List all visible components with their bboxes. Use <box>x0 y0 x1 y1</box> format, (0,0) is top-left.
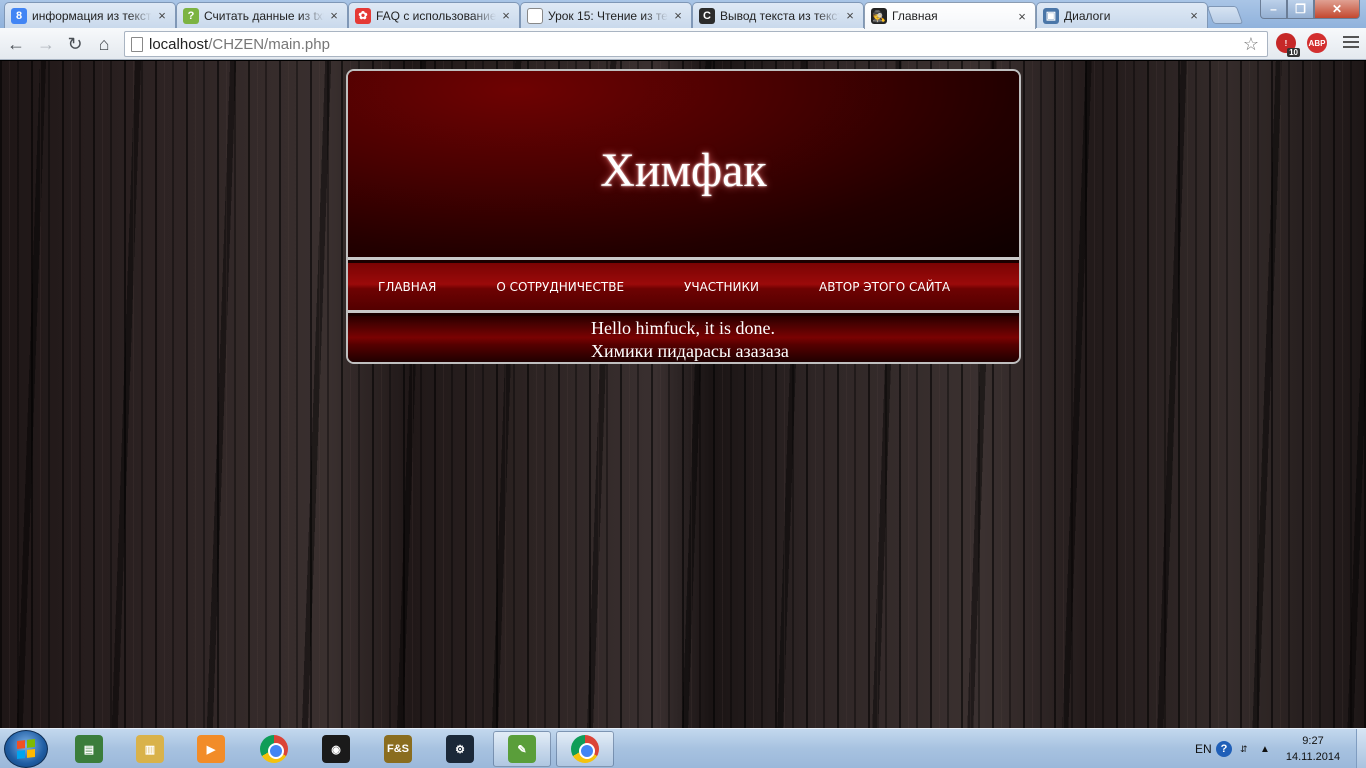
bookmark-star-icon[interactable]: ☆ <box>1243 34 1259 55</box>
close-window-button[interactable]: ✕ <box>1314 0 1360 19</box>
close-icon[interactable]: × <box>843 8 857 23</box>
extension-label: ! <box>1284 38 1288 48</box>
page-viewport: Химфак ГЛАВНАЯ О СОТРУДНИЧЕСТВЕ УЧАСТНИКИ А… <box>0 61 1366 728</box>
tab-title: информация из текстового файла <box>32 8 152 23</box>
close-icon[interactable]: × <box>671 8 685 23</box>
tab-title: Вывод текста из текстового <box>720 8 840 23</box>
close-icon[interactable]: × <box>1187 8 1201 23</box>
forward-icon[interactable]: → <box>34 32 58 56</box>
site-header: Химфак <box>348 71 1019 260</box>
notepad-plus-app-icon: ✎ <box>508 735 536 763</box>
site-title: Химфак <box>600 144 767 197</box>
windows-logo-icon <box>17 739 35 759</box>
minimize-button[interactable]: – <box>1260 0 1287 19</box>
fs-game-app-button[interactable]: F&S <box>369 731 427 767</box>
site-nav: ГЛАВНАЯ О СОТРУДНИЧЕСТВЕ УЧАСТНИКИ АВТОР ЭТ… <box>348 263 1019 313</box>
tab-title: Урок 15: Чтение из текстового <box>548 8 668 23</box>
chrome-icon <box>260 735 288 763</box>
media-player-app-icon: ▶ <box>197 735 225 763</box>
explorer-app-icon: ▥ <box>136 735 164 763</box>
clock-time: 9:27 <box>1302 735 1324 747</box>
start-button[interactable] <box>4 730 48 768</box>
tab-3[interactable]: ✿ FAQ с использованием × <box>348 2 520 28</box>
puzzle-icon: ✿ <box>355 7 371 24</box>
tab-title: Считать данные из txt файла <box>204 8 324 23</box>
adblock-icon[interactable]: ABP <box>1307 33 1327 53</box>
fs-game-app-icon: F&S <box>384 735 412 763</box>
show-hidden-icons[interactable]: ▲ <box>1260 729 1270 768</box>
steam-app-icon: ⚙ <box>446 735 474 763</box>
nav-link-4[interactable]: АВТОР ЭТОГО САЙТА <box>819 280 950 294</box>
content-line-1: Hello himfuck, it is done. <box>591 318 775 338</box>
notify-extension-icon[interactable]: ! 10 <box>1276 33 1300 57</box>
taskbar: ▤ ▥ ▶ ◉ F&S ⚙ ✎ EN ? ⇵ ▲ 9:27 14.11.2014 <box>0 728 1366 768</box>
terminal-app-button[interactable]: ▤ <box>60 731 118 767</box>
browser-toolbar: ← → ↻ ⌂ localhost/CHZEN/main.php ☆ ! 10 AB… <box>0 28 1366 60</box>
nav-link-2[interactable]: О СОТРУДНИЧЕСТВЕ <box>496 280 624 294</box>
close-icon[interactable]: × <box>327 8 341 23</box>
language-indicator[interactable]: EN <box>1195 729 1212 768</box>
chrome-open-app-button[interactable] <box>556 731 614 767</box>
tab-strip: 8информация из текстового файла×?Считать… <box>0 0 1366 29</box>
home-icon[interactable]: ⌂ <box>92 32 116 56</box>
close-icon[interactable]: × <box>499 8 513 23</box>
address-bar[interactable]: localhost/CHZEN/main.php ☆ <box>124 31 1268 57</box>
url-host: localhost <box>149 35 209 53</box>
site-content: Hello himfuck, it is done. Химики пидара… <box>348 316 1019 362</box>
page-icon <box>527 7 543 24</box>
content-line-2: Химики пидарасы азазаза <box>591 341 789 361</box>
google-icon: 8 <box>11 7 27 24</box>
question-icon: ? <box>183 7 199 24</box>
incognito-icon: 🕵 <box>871 8 887 24</box>
clock[interactable]: 9:27 14.11.2014 <box>1278 733 1348 765</box>
nav-link-1[interactable]: ГЛАВНАЯ <box>378 280 436 294</box>
clock-date: 14.11.2014 <box>1285 751 1341 763</box>
tab-6[interactable]: 🕵 Главная × <box>864 2 1036 29</box>
tab-title: Диалоги <box>1064 8 1111 23</box>
explorer-app-button[interactable]: ▥ <box>121 731 179 767</box>
nav-link-3[interactable]: УЧАСТНИКИ <box>684 280 759 294</box>
maximize-button[interactable]: ❐ <box>1287 0 1314 19</box>
menu-icon[interactable] <box>1343 36 1359 50</box>
new-tab-button[interactable] <box>1206 6 1244 24</box>
reload-icon[interactable]: ↻ <box>63 32 87 56</box>
extension-label: ABP <box>1308 38 1326 48</box>
razer-app-button[interactable]: ◉ <box>307 731 365 767</box>
tab-2[interactable]: ? Считать данные из txt файла× <box>176 2 348 28</box>
terminal-app-icon: ▤ <box>75 735 103 763</box>
chat-icon: ▣ <box>1043 7 1059 24</box>
chrome-app-button[interactable] <box>245 731 303 767</box>
url-path: /CHZEN/main.php <box>208 35 330 53</box>
tab-5[interactable]: C Вывод текста из текстового× <box>692 2 864 28</box>
tray-options-icon[interactable]: ⇵ <box>1240 729 1248 768</box>
site-container: Химфак ГЛАВНАЯ О СОТРУДНИЧЕСТВЕ УЧАСТНИКИ А… <box>346 69 1021 364</box>
tab-7[interactable]: ▣ Диалоги × <box>1036 2 1208 28</box>
steam-app-button[interactable]: ⚙ <box>431 731 489 767</box>
chrome-icon <box>571 735 599 763</box>
notepad-plus-app-button[interactable]: ✎ <box>493 731 551 767</box>
extension-badge: 10 <box>1287 48 1300 57</box>
tab-4[interactable]: Урок 15: Чтение из текстового× <box>520 2 692 28</box>
media-player-app-button[interactable]: ▶ <box>182 731 240 767</box>
show-desktop-button[interactable] <box>1356 729 1366 768</box>
tab-title: FAQ с использованием <box>376 8 496 23</box>
razer-app-icon: ◉ <box>322 735 350 763</box>
close-icon[interactable]: × <box>155 8 169 23</box>
c-icon: C <box>699 7 715 24</box>
tab-1[interactable]: 8 информация из текстового файла× <box>4 2 176 28</box>
help-icon[interactable]: ? <box>1216 729 1232 768</box>
page-icon <box>131 36 143 52</box>
back-icon[interactable]: ← <box>4 32 28 56</box>
tab-title: Главная <box>892 9 938 23</box>
close-icon[interactable]: × <box>1015 9 1029 24</box>
